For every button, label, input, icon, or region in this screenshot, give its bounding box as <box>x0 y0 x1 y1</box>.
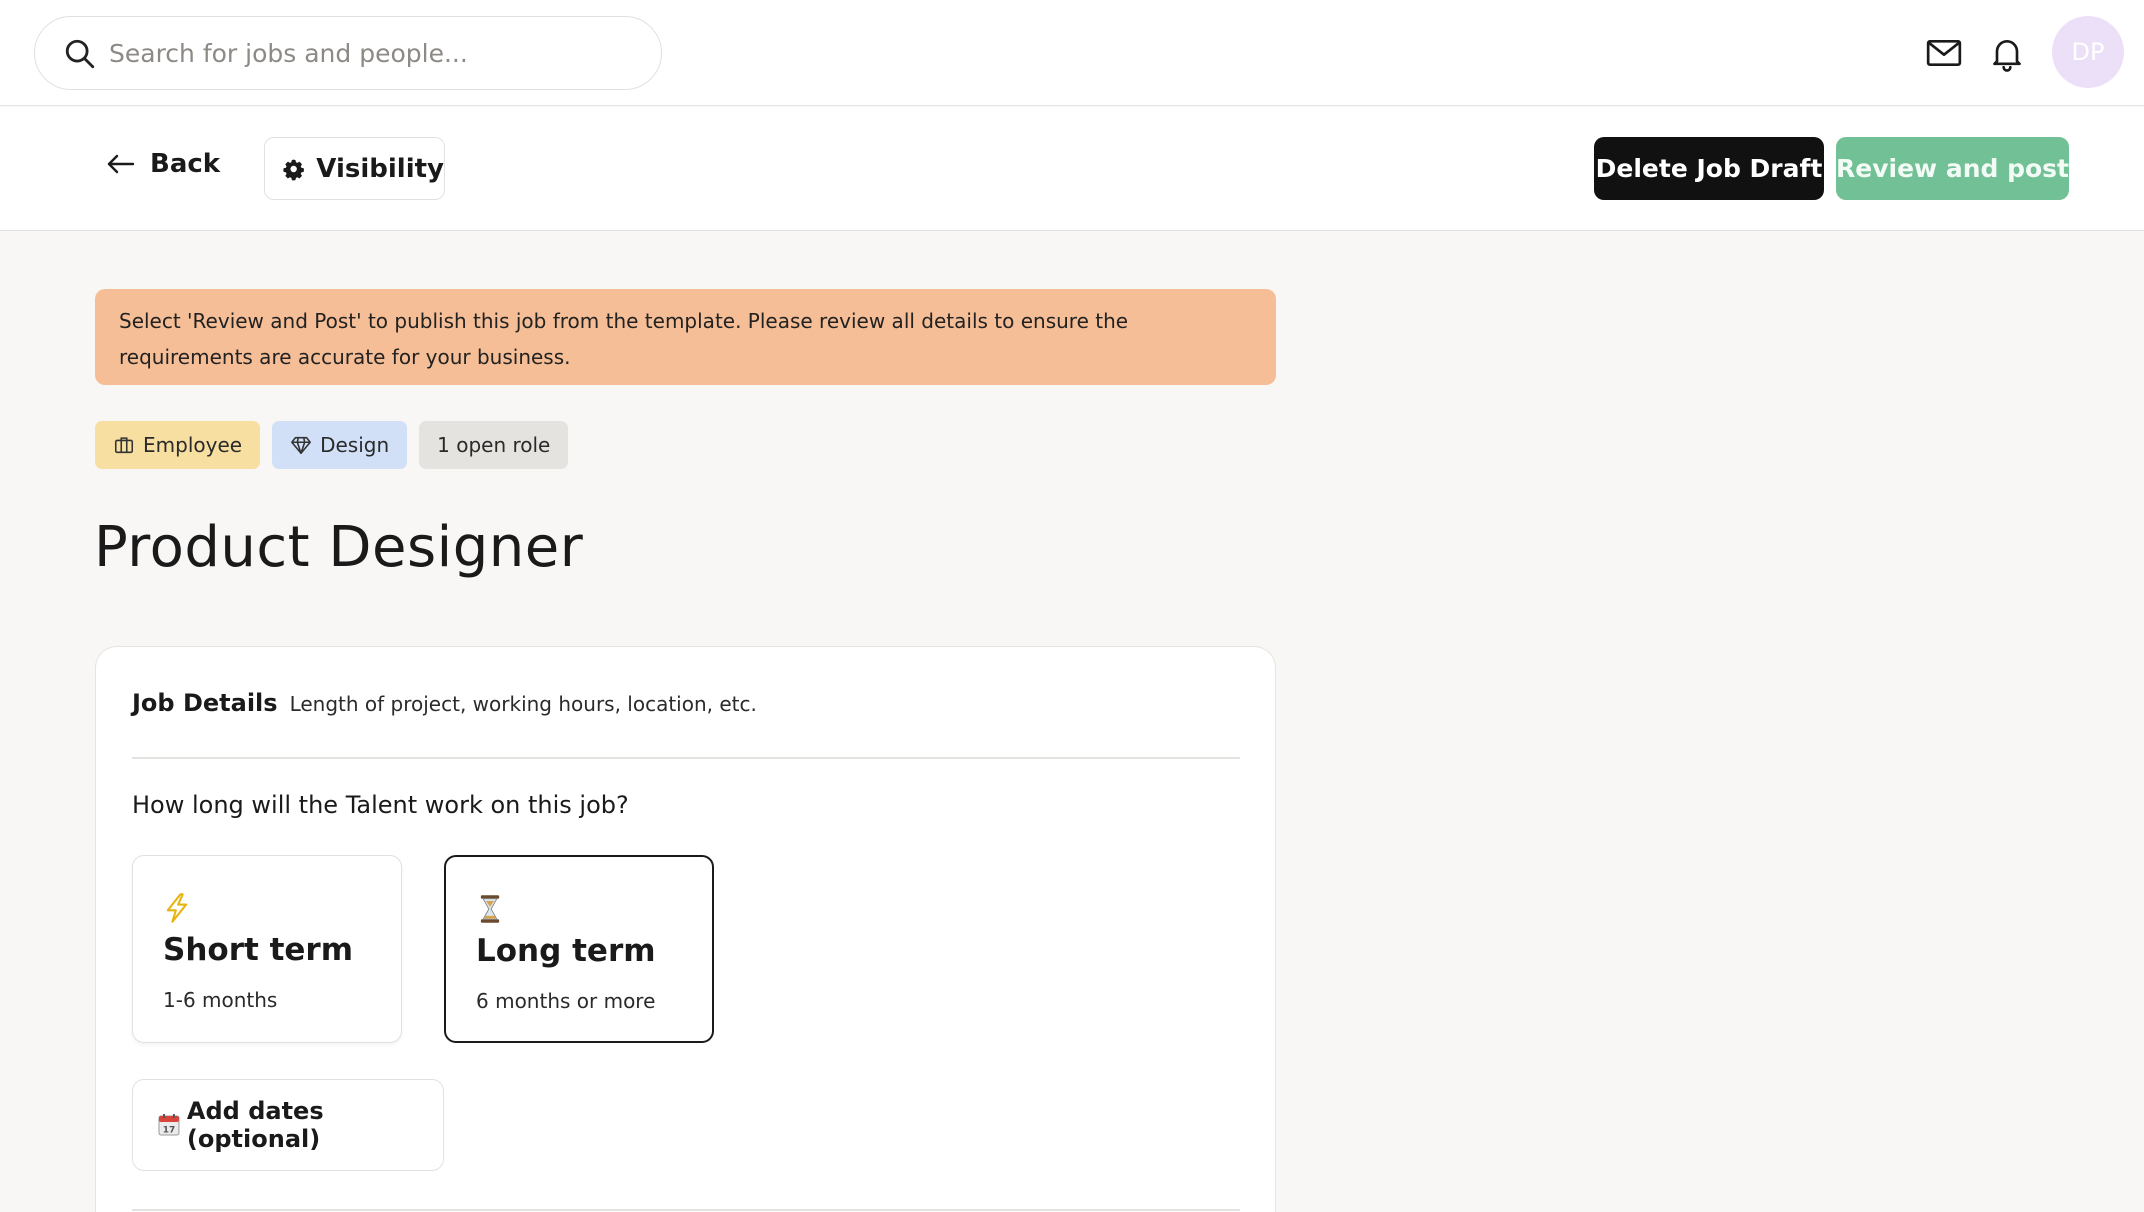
visibility-label: Visibility <box>316 153 444 184</box>
option-long-term-subtitle: 6 months or more <box>476 989 656 1013</box>
bell-icon[interactable] <box>1987 33 2027 73</box>
mail-icon[interactable] <box>1924 33 1964 73</box>
tag-employee-label: Employee <box>143 433 243 457</box>
job-details-card: Job Details Length of project, working h… <box>95 646 1276 1212</box>
job-action-bar: Back Visibility Delete Job Draft Review … <box>0 107 2144 231</box>
calendar-icon: 17 <box>158 1114 180 1135</box>
visibility-button[interactable]: Visibility <box>264 137 445 200</box>
arrow-left-icon <box>107 154 135 174</box>
hourglass-icon <box>480 895 500 923</box>
back-label: Back <box>150 149 221 179</box>
option-long-term[interactable]: Long term 6 months or more <box>444 855 714 1043</box>
user-avatar[interactable]: DP <box>2052 16 2124 88</box>
tag-design: Design <box>272 421 408 469</box>
tag-open-roles-label: 1 open role <box>437 433 551 457</box>
template-notice-banner: Select 'Review and Post' to publish this… <box>95 289 1276 385</box>
tag-employee: Employee <box>95 421 261 469</box>
diamond-icon <box>291 436 312 455</box>
job-tags: Employee Design 1 open role <box>95 421 569 469</box>
svg-text:17: 17 <box>163 1125 175 1135</box>
lightning-icon <box>166 893 188 923</box>
briefcase-icon <box>114 437 134 454</box>
option-short-term-title: Short term <box>163 932 354 968</box>
search-bar[interactable]: Search for jobs and people... <box>34 16 662 90</box>
job-details-heading: Job Details <box>132 689 278 717</box>
divider <box>132 1209 1240 1211</box>
add-dates-label: Add dates (optional) <box>186 1097 324 1153</box>
search-input[interactable]: Search for jobs and people... <box>109 17 468 91</box>
back-button[interactable]: Back <box>106 137 220 191</box>
job-details-subheading: Length of project, working hours, locati… <box>289 692 757 716</box>
option-short-term-subtitle: 1-6 months <box>163 988 278 1012</box>
gear-icon <box>283 159 304 180</box>
review-and-post-button[interactable]: Review and post <box>1836 137 2069 200</box>
top-navigation-bar: Search for jobs and people... DP <box>0 0 2144 106</box>
job-title: Product Designer <box>94 515 584 580</box>
divider <box>132 757 1240 759</box>
search-icon <box>65 39 95 69</box>
tag-design-label: Design <box>320 433 390 457</box>
add-dates-button[interactable]: 17 Add dates (optional) <box>132 1079 444 1171</box>
option-short-term[interactable]: Short term 1-6 months <box>132 855 402 1043</box>
job-details-header: Job Details Length of project, working h… <box>132 689 757 717</box>
duration-question: How long will the Talent work on this jo… <box>132 791 629 819</box>
delete-job-draft-button[interactable]: Delete Job Draft <box>1594 137 1824 200</box>
tag-open-roles: 1 open role <box>419 421 569 469</box>
option-long-term-title: Long term <box>476 933 656 969</box>
